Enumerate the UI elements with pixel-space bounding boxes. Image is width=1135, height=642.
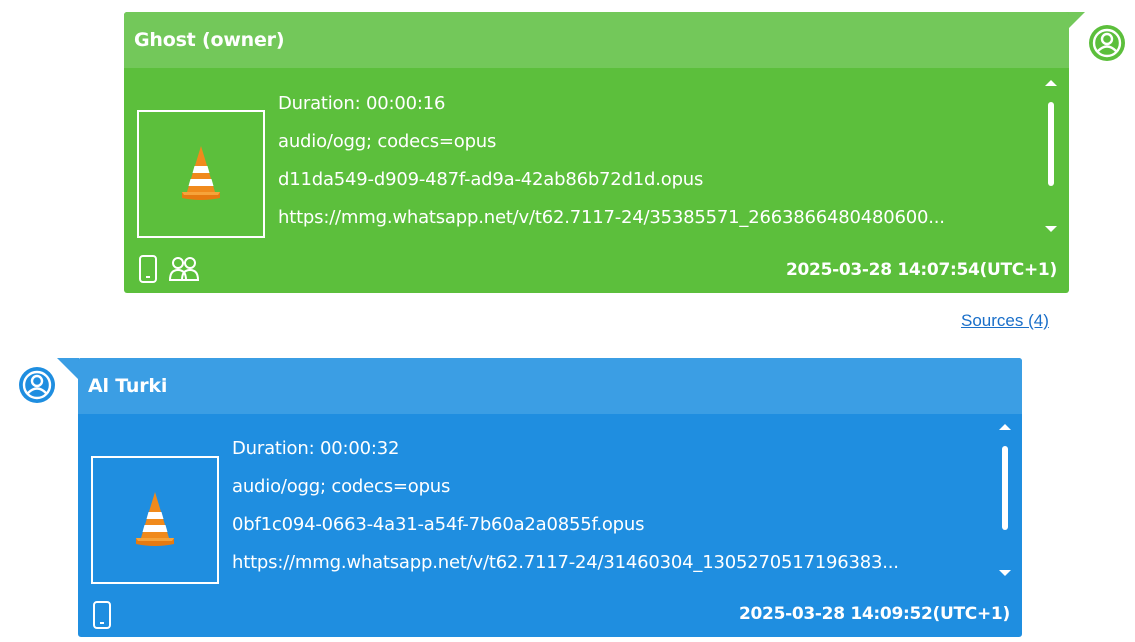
message-timestamp: 2025-03-28 14:07:54(UTC+1) bbox=[786, 260, 1057, 280]
scroll-down-arrow[interactable] bbox=[999, 570, 1011, 576]
scroll-up-arrow[interactable] bbox=[1045, 80, 1057, 86]
message-source-icons bbox=[138, 254, 200, 284]
details-scrollbar[interactable] bbox=[1044, 80, 1058, 232]
duration-text: Duration: 00:00:16 bbox=[278, 93, 446, 114]
scroll-thumb[interactable] bbox=[1002, 446, 1008, 530]
sender-name: Ghost (owner) bbox=[124, 12, 1069, 68]
media-details: Duration: 00:00:32 audio/ogg; codecs=opu… bbox=[232, 430, 899, 582]
sender-name: Al Turki bbox=[78, 358, 1022, 414]
filename-text: 0bf1c094-0663-4a31-a54f-7b60a2a0855f.opu… bbox=[232, 514, 645, 535]
bubble-tail bbox=[57, 358, 79, 380]
chat-view: Ghost (owner) Duration: 00:00:16 audio/o… bbox=[0, 0, 1135, 642]
phone-icon bbox=[139, 255, 157, 283]
mime-type-text: audio/ogg; codecs=opus bbox=[278, 131, 497, 152]
message-timestamp: 2025-03-28 14:09:52(UTC+1) bbox=[739, 604, 1010, 624]
user-icon bbox=[1090, 26, 1124, 60]
sender-avatar[interactable] bbox=[19, 367, 55, 403]
message-source-icons bbox=[92, 600, 112, 630]
scroll-down-arrow[interactable] bbox=[1045, 226, 1057, 232]
user-icon bbox=[20, 368, 54, 402]
mime-type-text: audio/ogg; codecs=opus bbox=[232, 476, 451, 497]
scroll-thumb[interactable] bbox=[1048, 102, 1054, 186]
filename-text: d11da549-d909-487f-ad9a-42ab86b72d1d.opu… bbox=[278, 169, 704, 190]
media-thumbnail[interactable] bbox=[91, 456, 219, 584]
media-thumbnail[interactable] bbox=[137, 110, 265, 238]
vlc-cone-icon bbox=[136, 492, 174, 546]
message-bubble[interactable]: Al Turki Duration: 00:00:32 audio/ogg; c… bbox=[78, 358, 1022, 637]
sources-link[interactable]: Sources (4) bbox=[961, 311, 1049, 331]
media-url-text: https://mmg.whatsapp.net/v/t62.7117-24/3… bbox=[232, 552, 899, 573]
media-url-text: https://mmg.whatsapp.net/v/t62.7117-24/3… bbox=[278, 207, 945, 228]
media-details: Duration: 00:00:16 audio/ogg; codecs=opu… bbox=[278, 85, 945, 237]
duration-text: Duration: 00:00:32 bbox=[232, 438, 400, 459]
group-icon bbox=[168, 257, 200, 281]
details-scrollbar[interactable] bbox=[998, 424, 1012, 576]
phone-icon bbox=[93, 601, 111, 629]
scroll-up-arrow[interactable] bbox=[999, 424, 1011, 430]
sender-avatar[interactable] bbox=[1089, 25, 1125, 61]
vlc-cone-icon bbox=[182, 146, 220, 200]
message-bubble[interactable]: Ghost (owner) Duration: 00:00:16 audio/o… bbox=[124, 12, 1069, 293]
